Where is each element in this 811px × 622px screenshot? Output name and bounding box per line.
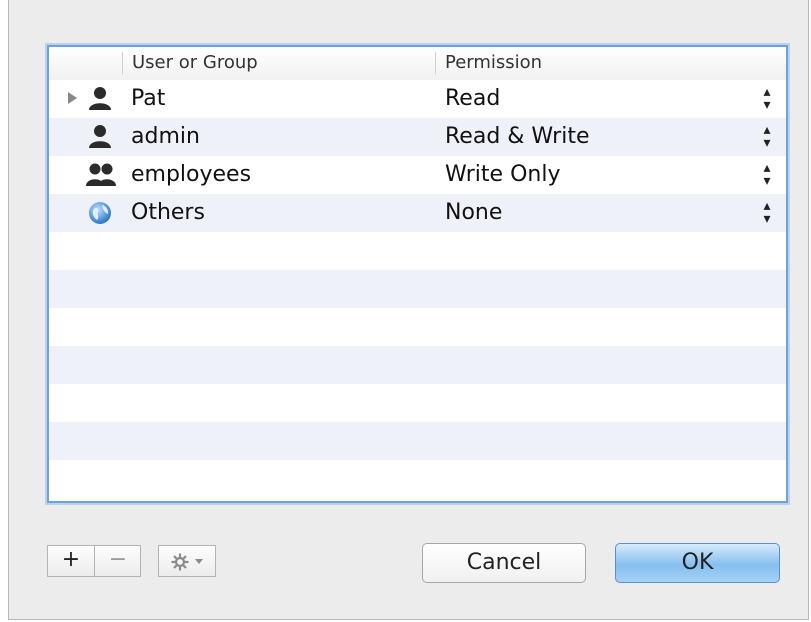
gear-icon — [171, 553, 189, 571]
header-separator — [435, 52, 436, 74]
empty-row — [49, 232, 786, 270]
empty-row — [49, 308, 786, 346]
user-name: Pat — [131, 86, 166, 111]
user-icon — [89, 125, 111, 148]
action-menu-button[interactable] — [158, 545, 216, 577]
remove-button[interactable]: − — [95, 546, 141, 576]
empty-row — [49, 384, 786, 422]
table-row[interactable]: admin Read & Write ▴ ▾ — [49, 118, 786, 156]
chevron-down-icon — [195, 559, 203, 564]
group-name: employees — [131, 162, 252, 187]
permission-stepper-icon[interactable]: ▴ ▾ — [761, 85, 773, 112]
table-header: User or Group Permission — [49, 47, 786, 81]
permission-value[interactable]: Read & Write — [445, 124, 590, 150]
permission-value[interactable]: Write Only — [445, 162, 560, 188]
permission-stepper-icon[interactable]: ▴ ▾ — [761, 123, 773, 150]
table-row[interactable]: employees Write Only ▴ ▾ — [49, 156, 786, 194]
permission-value[interactable]: None — [445, 200, 502, 226]
permissions-sheet: User or Group Permission Pat Read ▴ ▾ ad… — [8, 0, 809, 620]
permission-value[interactable]: Read — [445, 86, 500, 112]
table-row[interactable]: Pat Read ▴ ▾ — [49, 80, 786, 118]
permission-stepper-icon[interactable]: ▴ ▾ — [761, 161, 773, 188]
add-remove-control: + − — [47, 545, 141, 577]
empty-row — [49, 270, 786, 308]
add-button[interactable]: + — [48, 546, 95, 576]
empty-row — [49, 460, 786, 498]
group-icon — [86, 163, 116, 186]
empty-row — [49, 346, 786, 384]
user-icon — [89, 87, 111, 110]
globe-icon — [89, 202, 111, 224]
table-row[interactable]: Others None ▴ ▾ — [49, 194, 786, 232]
column-header-user-or-group[interactable]: User or Group — [132, 51, 258, 75]
permission-stepper-icon[interactable]: ▴ ▾ — [761, 199, 773, 226]
header-separator — [122, 52, 123, 74]
user-name: admin — [131, 124, 200, 149]
empty-row — [49, 422, 786, 460]
column-header-permission[interactable]: Permission — [445, 51, 542, 75]
permissions-table[interactable]: User or Group Permission Pat Read ▴ ▾ ad… — [47, 45, 788, 503]
cancel-button[interactable]: Cancel — [422, 543, 586, 583]
group-name: Others — [131, 200, 205, 225]
table-body: Pat Read ▴ ▾ admin Read & Write ▴ ▾ empl… — [49, 80, 786, 498]
ok-button[interactable]: OK — [615, 543, 780, 583]
disclosure-triangle-icon[interactable] — [68, 92, 77, 104]
